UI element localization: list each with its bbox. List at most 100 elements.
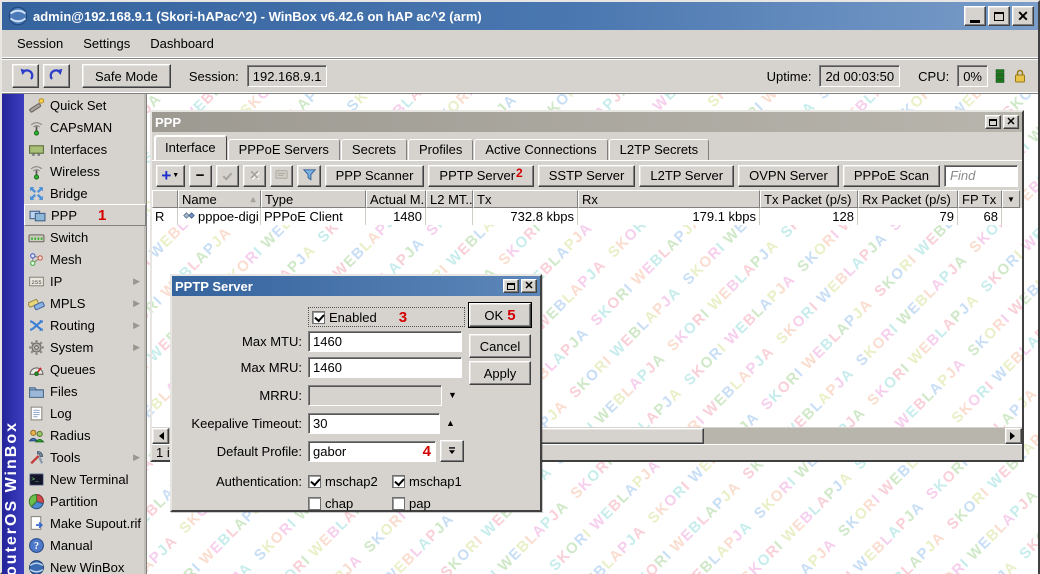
filter-button[interactable] xyxy=(297,165,320,187)
tab-secrets[interactable]: Secrets xyxy=(341,139,407,160)
sidebar-item-log[interactable]: Log xyxy=(24,402,146,424)
max-mtu-input[interactable] xyxy=(308,331,462,352)
tab-active-connections[interactable]: Active Connections xyxy=(474,139,607,160)
maximize-button[interactable] xyxy=(988,6,1010,26)
apply-button[interactable]: Apply xyxy=(469,361,531,385)
system-icon xyxy=(28,339,45,356)
dialog-titlebar[interactable]: PPTP Server ✕ xyxy=(172,276,540,296)
add-button[interactable]: +▼ xyxy=(156,165,185,187)
sidebar-item-mesh[interactable]: Mesh xyxy=(24,248,146,270)
tab-interface[interactable]: Interface xyxy=(154,135,227,160)
max-mru-input[interactable] xyxy=(308,357,462,378)
column-header-type[interactable]: Type xyxy=(261,190,366,208)
mschap2-checkbox[interactable] xyxy=(308,475,321,488)
default-profile-select[interactable]: gabor4 xyxy=(308,441,436,462)
sidebar-item-mpls[interactable]: MPLS▶ xyxy=(24,292,146,314)
sidebar-item-ip[interactable]: 255IP▶ xyxy=(24,270,146,292)
dialog-close-button[interactable]: ✕ xyxy=(521,279,537,293)
table-row[interactable]: Rpppoe-digiPPPoE Client1480732.8 kbps179… xyxy=(152,208,1022,225)
undo-button[interactable] xyxy=(12,64,39,88)
sidebar-item-quick-set[interactable]: Quick Set xyxy=(24,94,146,116)
mschap1-checkbox[interactable] xyxy=(392,475,405,488)
sidebar-item-manual[interactable]: ?Manual xyxy=(24,534,146,556)
remove-button[interactable]: − xyxy=(189,165,212,187)
ppp-window-titlebar[interactable]: PPP ✕ xyxy=(152,112,1022,132)
redo-button[interactable] xyxy=(43,64,70,88)
column-header-name[interactable]: Name▲ xyxy=(178,190,261,208)
sidebar-item-wireless[interactable]: Wireless xyxy=(24,160,146,182)
menu-item-session[interactable]: Session xyxy=(8,32,72,55)
keepalive-timeout-input[interactable] xyxy=(308,413,440,434)
sidebar-item-ppp[interactable]: PPP1 xyxy=(24,204,146,226)
menu-item-dashboard[interactable]: Dashboard xyxy=(141,32,223,55)
close-button[interactable]: ✕ xyxy=(1012,6,1034,26)
column-header-tx[interactable]: Tx xyxy=(473,190,578,208)
cell-fp-tx: 68 xyxy=(958,208,1002,225)
scroll-right-button[interactable] xyxy=(1005,428,1022,444)
button-label: SSTP Server xyxy=(549,168,625,183)
sidebar-item-system[interactable]: System▶ xyxy=(24,336,146,358)
field-label: Keepalive Timeout: xyxy=(180,416,302,431)
sidebar-item-queues[interactable]: Queues xyxy=(24,358,146,380)
ovpn-server-button[interactable]: OVPN Server xyxy=(738,165,839,187)
tab-pppoe-servers[interactable]: PPPoE Servers xyxy=(228,139,340,160)
disable-button[interactable]: × xyxy=(243,165,266,187)
session-value[interactable]: 192.168.9.1 xyxy=(247,65,328,87)
column-header-rx-packet-p-s[interactable]: Rx Packet (p/s) xyxy=(858,190,958,208)
pppoe-scan-button[interactable]: PPPoE Scan xyxy=(843,165,940,187)
column-header-flags[interactable] xyxy=(152,190,178,208)
sidebar: Quick SetCAPsMANInterfacesWirelessBridge… xyxy=(24,94,147,574)
safe-mode-button[interactable]: Safe Mode xyxy=(82,64,171,88)
column-selector-button[interactable]: ▼ xyxy=(1002,190,1020,208)
column-header-actual-m[interactable]: Actual M... xyxy=(366,190,426,208)
mesh-icon xyxy=(28,251,45,268)
ppp-tabs: InterfacePPPoE ServersSecretsProfilesAct… xyxy=(152,132,1022,160)
column-header-l2-mt[interactable]: L2 MT... xyxy=(426,190,473,208)
sidebar-item-radius[interactable]: Radius xyxy=(24,424,146,446)
ok-button[interactable]: OK5 xyxy=(469,303,531,327)
sidebar-item-tools[interactable]: Tools▶ xyxy=(24,446,146,468)
pptp-server-button[interactable]: PPTP Server2 xyxy=(428,165,533,187)
l2tp-server-button[interactable]: L2TP Server xyxy=(639,165,734,187)
dialog-maximize-button[interactable] xyxy=(503,279,519,293)
sidebar-item-new-terminal[interactable]: >_New Terminal xyxy=(24,468,146,490)
column-header-tx-packet-p-s[interactable]: Tx Packet (p/s) xyxy=(760,190,858,208)
minimize-button[interactable] xyxy=(964,6,986,26)
column-header-fp-tx[interactable]: FP Tx xyxy=(958,190,1002,208)
sidebar-item-make-supout-rif[interactable]: Make Supout.rif xyxy=(24,512,146,534)
sidebar-item-bridge[interactable]: Bridge xyxy=(24,182,146,204)
ppp-scanner-button[interactable]: PPP Scanner xyxy=(325,165,425,187)
sidebar-item-switch[interactable]: Switch xyxy=(24,226,146,248)
mrru-select[interactable] xyxy=(308,385,442,406)
cancel-button[interactable]: Cancel xyxy=(469,334,531,358)
enabled-checkbox[interactable] xyxy=(312,311,325,324)
terminal-icon: >_ xyxy=(28,471,45,488)
field-label: Max MRU: xyxy=(180,360,302,375)
dropdown-button[interactable] xyxy=(440,440,464,462)
tab-l2tp-secrets[interactable]: L2TP Secrets xyxy=(609,139,710,160)
sstp-server-button[interactable]: SSTP Server xyxy=(538,165,636,187)
sidebar-item-interfaces[interactable]: Interfaces xyxy=(24,138,146,160)
enabled-label: Enabled xyxy=(329,310,377,325)
menu-item-settings[interactable]: Settings xyxy=(74,32,139,55)
find-input[interactable] xyxy=(944,165,1018,187)
comment-button[interactable] xyxy=(270,165,293,187)
sidebar-item-new-winbox[interactable]: New WinBox xyxy=(24,556,146,574)
ppp-close-button[interactable]: ✕ xyxy=(1003,115,1019,129)
field-label: Max MTU: xyxy=(180,334,302,349)
column-header-rx[interactable]: Rx xyxy=(578,190,760,208)
pap-checkbox[interactable] xyxy=(392,497,405,510)
spinner-up-icon[interactable]: ▲ xyxy=(446,418,455,428)
scroll-left-button[interactable] xyxy=(152,428,169,444)
ppp-maximize-button[interactable] xyxy=(985,115,1001,129)
sidebar-item-partition[interactable]: Partition xyxy=(24,490,146,512)
sidebar-item-capsman[interactable]: CAPsMAN xyxy=(24,116,146,138)
chap-checkbox[interactable] xyxy=(308,497,321,510)
sidebar-item-label: Log xyxy=(50,406,72,421)
enable-button[interactable] xyxy=(216,165,239,187)
sidebar-item-routing[interactable]: Routing▶ xyxy=(24,314,146,336)
column-label: Tx Packet (p/s) xyxy=(764,192,851,207)
sidebar-item-files[interactable]: Files xyxy=(24,380,146,402)
brand-strip: RouterOS WinBox xyxy=(2,94,24,574)
tab-profiles[interactable]: Profiles xyxy=(408,139,473,160)
